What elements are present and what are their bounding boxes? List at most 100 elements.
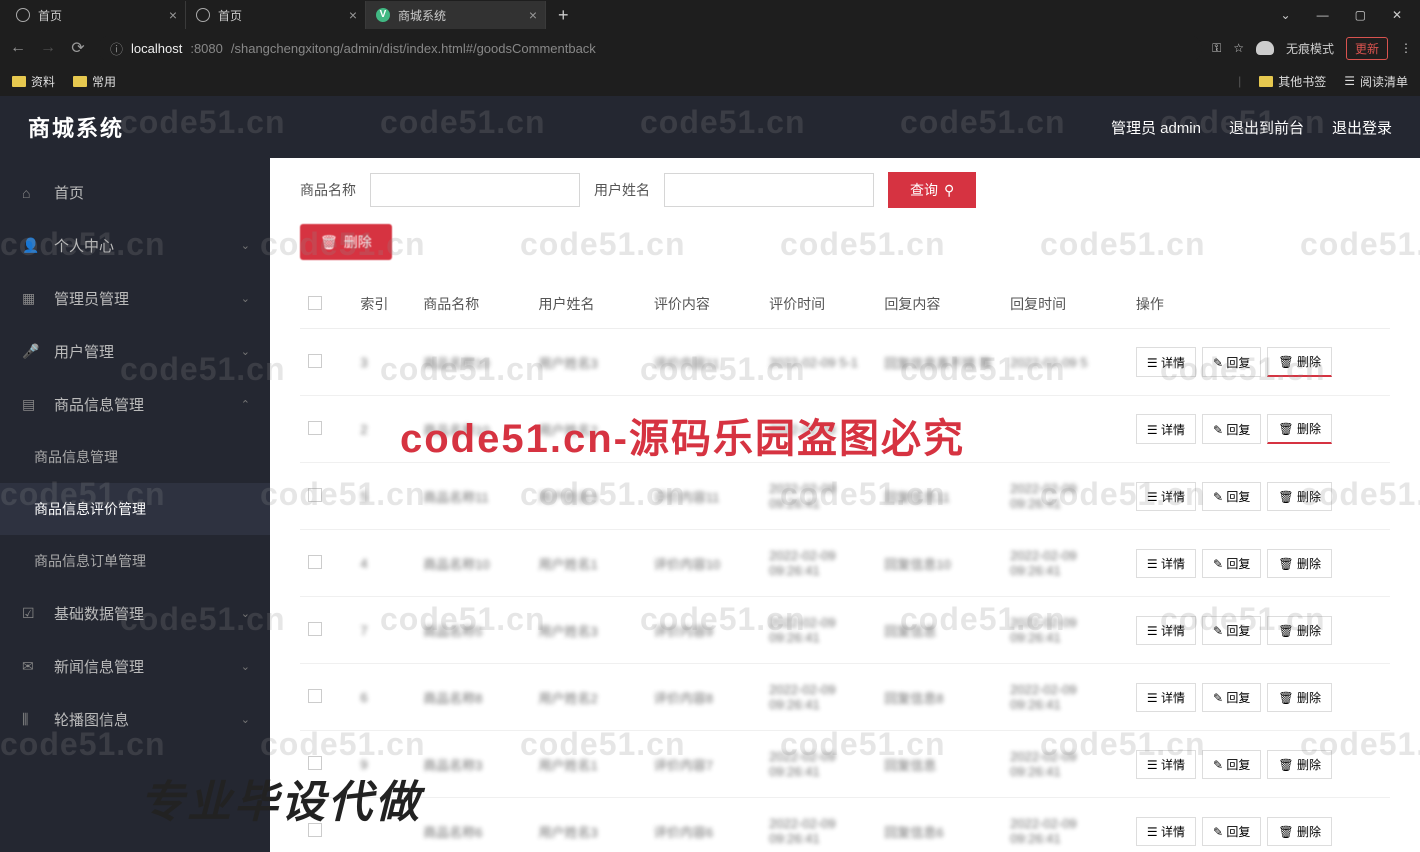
reply-button[interactable]: ✎ 回复: [1202, 683, 1261, 712]
browser-tabs: 首页 × 首页 × V 商城系统 × + ⌄ — ▢ ✕: [0, 0, 1420, 30]
other-bookmarks[interactable]: 其他书签: [1259, 73, 1326, 90]
goods-name-input[interactable]: [370, 173, 580, 207]
cell-user-name: 用户姓名2: [531, 396, 646, 463]
row-delete-button[interactable]: 🗑 删除: [1267, 347, 1332, 377]
search-button[interactable]: 查询⚲: [888, 172, 976, 208]
detail-button[interactable]: ☰ 详情: [1136, 347, 1196, 377]
detail-button[interactable]: ☰ 详情: [1136, 817, 1196, 846]
chevron-down-icon: ⌄: [241, 607, 250, 620]
reading-list[interactable]: ☰阅读清单: [1344, 73, 1408, 90]
cell-reply-time: 2022-02-09 09:26:41: [1002, 664, 1128, 731]
new-tab-button[interactable]: +: [546, 5, 581, 26]
select-all-checkbox[interactable]: [308, 296, 322, 310]
cell-index: 5: [352, 463, 415, 530]
row-delete-button[interactable]: 🗑 删除: [1267, 414, 1332, 444]
reload-icon[interactable]: ⟳: [68, 38, 88, 58]
sidebar-sub-goods-order[interactable]: 商品信息订单管理: [0, 535, 270, 587]
sidebar-item-admin[interactable]: ▦管理员管理⌄: [0, 272, 270, 325]
browser-tab[interactable]: 首页 ×: [186, 1, 366, 29]
sidebar-item-goods[interactable]: ▤商品信息管理⌃: [0, 378, 270, 431]
bookmark-item[interactable]: 常用: [73, 73, 116, 90]
row-checkbox[interactable]: [308, 421, 322, 435]
close-icon[interactable]: ×: [349, 7, 357, 23]
close-icon[interactable]: ×: [169, 7, 177, 23]
table-row: 3 商品名称10 用户姓名3 评价内容11 2022-02-09 5-1 回复信…: [300, 329, 1390, 396]
batch-delete-button[interactable]: 🗑删除: [300, 224, 392, 260]
cell-user-name: 用户姓名3: [531, 597, 646, 664]
bookmarks-bar: 资料 常用 | 其他书签 ☰阅读清单: [0, 66, 1420, 96]
star-icon[interactable]: ☆: [1233, 41, 1244, 55]
sidebar-item-carousel[interactable]: ⫼轮播图信息⌄: [0, 693, 270, 746]
chevron-down-icon[interactable]: ⌄: [1281, 8, 1291, 22]
cell-user-name: 用户姓名3: [531, 463, 646, 530]
go-frontend-link[interactable]: 退出到前台: [1229, 117, 1304, 138]
reply-button[interactable]: ✎ 回复: [1202, 616, 1261, 645]
detail-button[interactable]: ☰ 详情: [1136, 549, 1196, 578]
chevron-down-icon: ⌄: [241, 660, 250, 673]
forward-icon[interactable]: →: [38, 39, 58, 57]
row-checkbox[interactable]: [308, 689, 322, 703]
detail-button[interactable]: ☰ 详情: [1136, 683, 1196, 712]
key-icon[interactable]: ⚿: [1212, 41, 1221, 56]
cell-reply: 回复信息: [876, 731, 1002, 798]
row-delete-button[interactable]: 🗑 删除: [1267, 482, 1332, 511]
home-icon: ⌂: [22, 185, 40, 201]
row-delete-button[interactable]: 🗑 删除: [1267, 750, 1332, 779]
reply-button[interactable]: ✎ 回复: [1202, 549, 1261, 578]
info-icon[interactable]: ⓘ: [110, 39, 123, 58]
sidebar-item-home[interactable]: ⌂首页: [0, 166, 270, 219]
back-icon[interactable]: ←: [8, 39, 28, 57]
menu-icon[interactable]: ⋮: [1400, 41, 1412, 55]
vue-icon: V: [376, 8, 390, 22]
bookmark-item[interactable]: 资料: [12, 73, 55, 90]
row-checkbox[interactable]: [308, 622, 322, 636]
logout-link[interactable]: 退出登录: [1332, 117, 1392, 138]
row-delete-button[interactable]: 🗑 删除: [1267, 616, 1332, 645]
cell-user-name: 用户姓名3: [531, 329, 646, 396]
reply-button[interactable]: ✎ 回复: [1202, 482, 1261, 511]
incognito-label: 无痕模式: [1286, 40, 1334, 57]
row-delete-button[interactable]: 🗑 删除: [1267, 817, 1332, 846]
maximize-icon[interactable]: ▢: [1355, 8, 1366, 22]
folder-icon: [1259, 76, 1273, 87]
reply-button[interactable]: ✎ 回复: [1202, 414, 1261, 444]
tab-title: 商城系统: [398, 7, 446, 24]
detail-button[interactable]: ☰ 详情: [1136, 616, 1196, 645]
cell-reply-time: 2022-02-09 09:26:41: [1002, 530, 1128, 597]
row-delete-button[interactable]: 🗑 删除: [1267, 683, 1332, 712]
cell-goods-name: 商品名称6: [415, 798, 530, 852]
row-checkbox[interactable]: [308, 823, 322, 837]
detail-button[interactable]: ☰ 详情: [1136, 750, 1196, 779]
reply-button[interactable]: ✎ 回复: [1202, 817, 1261, 846]
row-delete-button[interactable]: 🗑 删除: [1267, 549, 1332, 578]
sidebar-item-personal[interactable]: 👤个人中心⌄: [0, 219, 270, 272]
url-bar[interactable]: ⓘ localhost:8080/shangchengxitong/admin/…: [98, 35, 1202, 62]
cell-reply-time: 2022-02-09 09:26:41: [1002, 731, 1128, 798]
sidebar-item-news[interactable]: ✉新闻信息管理⌄: [0, 640, 270, 693]
minimize-icon[interactable]: —: [1317, 8, 1329, 22]
cell-time: 2022-02-09 09:26:41: [761, 664, 876, 731]
browser-tab-active[interactable]: V 商城系统 ×: [366, 1, 546, 29]
row-checkbox[interactable]: [308, 555, 322, 569]
reply-button[interactable]: ✎ 回复: [1202, 750, 1261, 779]
sidebar-sub-goods-comment[interactable]: 商品信息评价管理: [0, 483, 270, 535]
sidebar-item-basic[interactable]: ☑基础数据管理⌄: [0, 587, 270, 640]
row-checkbox[interactable]: [308, 354, 322, 368]
detail-button[interactable]: ☰ 详情: [1136, 414, 1196, 444]
mail-icon: ✉: [22, 658, 40, 675]
user-name-input[interactable]: [664, 173, 874, 207]
admin-user-label[interactable]: 管理员 admin: [1111, 117, 1201, 138]
sidebar-sub-goods-info[interactable]: 商品信息管理: [0, 431, 270, 483]
tab-title: 首页: [218, 7, 242, 24]
detail-button[interactable]: ☰ 详情: [1136, 482, 1196, 511]
reply-button[interactable]: ✎ 回复: [1202, 347, 1261, 377]
filter-row: 商品名称 用户姓名 查询⚲: [300, 168, 1390, 224]
close-window-icon[interactable]: ✕: [1392, 8, 1402, 22]
row-checkbox[interactable]: [308, 756, 322, 770]
browser-tab[interactable]: 首页 ×: [6, 1, 186, 29]
row-checkbox[interactable]: [308, 488, 322, 502]
sidebar-item-users[interactable]: 🎤用户管理⌄: [0, 325, 270, 378]
update-button[interactable]: 更新: [1346, 37, 1388, 60]
cell-comment: [646, 396, 761, 463]
close-icon[interactable]: ×: [529, 7, 537, 23]
